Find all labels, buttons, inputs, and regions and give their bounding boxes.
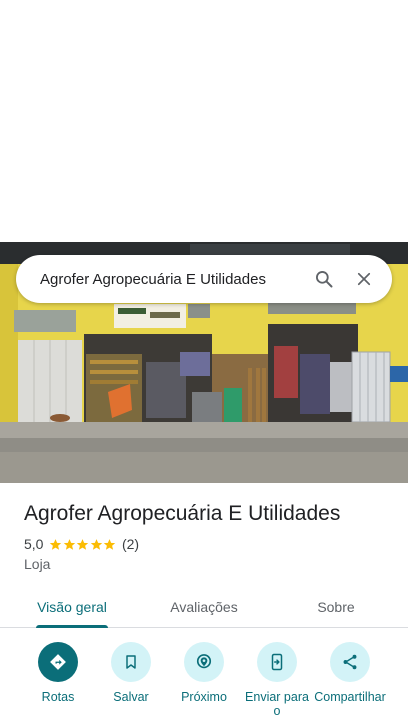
map-blank-area [0, 0, 408, 242]
star-icon [50, 538, 62, 550]
save-button[interactable]: Salvar [94, 642, 168, 704]
nearby-icon [184, 642, 224, 682]
directions-label: Rotas [41, 690, 75, 704]
send-to-phone-button[interactable]: Enviar para o [240, 642, 314, 718]
star-icon [90, 538, 103, 550]
share-icon [330, 642, 370, 682]
review-count[interactable]: (2) [122, 536, 139, 552]
share-button[interactable]: Compartilhar [313, 642, 387, 704]
bookmark-icon [111, 642, 151, 682]
close-icon[interactable] [344, 259, 384, 299]
tab-overview[interactable]: Visão geral [20, 586, 124, 628]
star-icon [63, 538, 76, 550]
search-input[interactable]: Agrofer Agropecuária E Utilidades [40, 271, 304, 288]
search-icon[interactable] [304, 259, 344, 299]
tab-reviews[interactable]: Avaliações [152, 586, 256, 628]
save-label: Salvar [113, 690, 149, 704]
nearby-button[interactable]: Próximo [167, 642, 241, 704]
search-bar[interactable]: Agrofer Agropecuária E Utilidades [16, 255, 392, 303]
star-icon [104, 538, 116, 550]
directions-button[interactable]: Rotas [21, 642, 95, 704]
send-to-phone-icon [257, 642, 297, 682]
tab-bar: Visão geral Avaliações Sobre [0, 586, 408, 628]
directions-icon [38, 642, 78, 682]
star-icon [77, 538, 89, 550]
tab-about[interactable]: Sobre [284, 586, 388, 628]
nearby-label: Próximo [181, 690, 227, 704]
rating-value: 5,0 [24, 536, 44, 552]
active-tab-indicator [36, 625, 108, 628]
rating-stars [49, 538, 117, 551]
share-label: Compartilhar [314, 690, 386, 704]
place-title: Agrofer Agropecuária E Utilidades [24, 502, 341, 525]
rating-row[interactable]: 5,0 (2) [24, 536, 139, 552]
send-to-phone-label: Enviar para o [245, 690, 309, 718]
place-category: Loja [24, 556, 51, 572]
